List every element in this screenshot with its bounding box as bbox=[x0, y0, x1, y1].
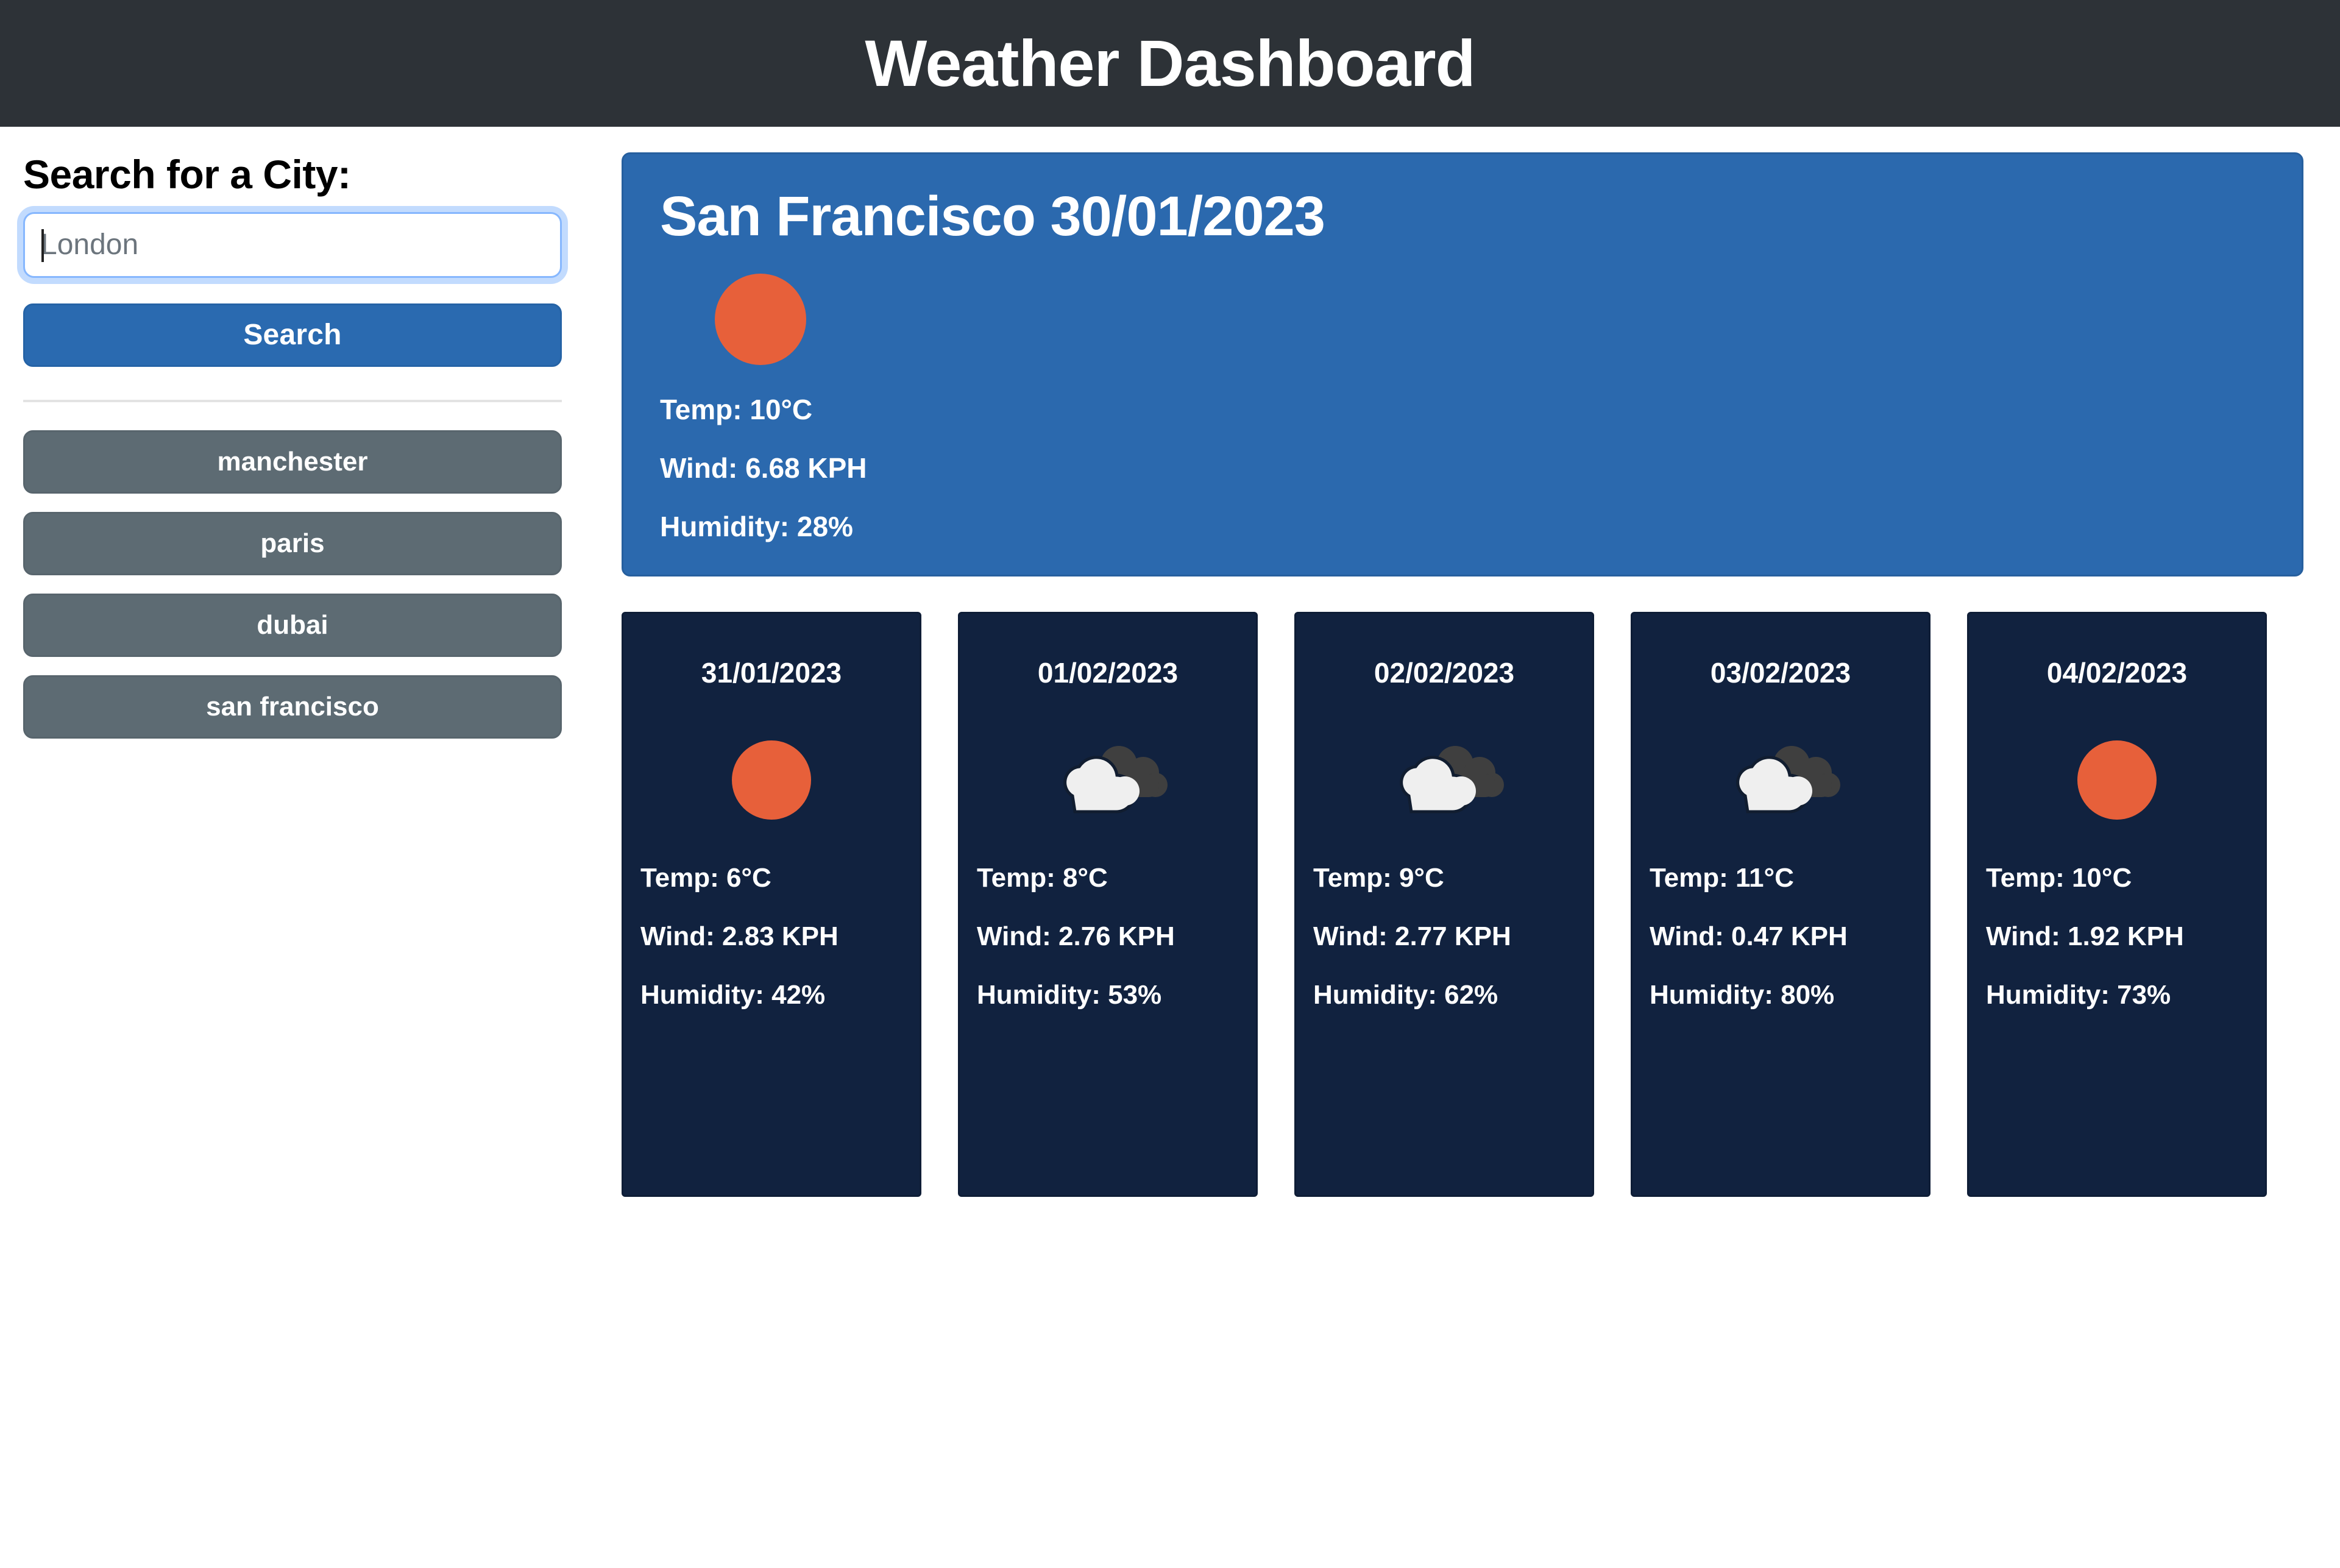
forecast-humidity: Humidity: 53% bbox=[977, 979, 1162, 1010]
sun-icon bbox=[2077, 740, 2157, 820]
forecast-temp: Temp: 9°C bbox=[1313, 862, 1444, 893]
forecast-wind: Wind: 2.83 KPH bbox=[640, 921, 838, 951]
forecast-date: 31/01/2023 bbox=[701, 656, 842, 689]
forecast-temp: Temp: 11°C bbox=[1650, 862, 1794, 893]
forecast-stats: Temp: 10°C Wind: 1.92 KPH Humidity: 73% bbox=[1969, 862, 2265, 1010]
forecast-stats: Temp: 6°C Wind: 2.83 KPH Humidity: 42% bbox=[623, 862, 920, 1010]
forecast-stats: Temp: 11°C Wind: 0.47 KPH Humidity: 80% bbox=[1633, 862, 1929, 1010]
broken-clouds-icon bbox=[1736, 745, 1840, 814]
forecast-icon-slot bbox=[1969, 722, 2265, 838]
forecast-card: 31/01/2023 Temp: 6°C Wind: 2.83 KPH Humi… bbox=[622, 611, 921, 1197]
forecast-stats: Temp: 9°C Wind: 2.77 KPH Humidity: 62% bbox=[1296, 862, 1592, 1010]
forecast-icon-slot bbox=[623, 722, 920, 838]
forecast-wind: Wind: 0.47 KPH bbox=[1650, 921, 1848, 951]
sidebar-divider bbox=[23, 399, 562, 402]
sun-icon bbox=[715, 273, 806, 365]
forecast-date: 01/02/2023 bbox=[1037, 656, 1179, 689]
weather-main: San Francisco 30/01/2023 Temp: 10°C Wind… bbox=[585, 152, 2340, 1197]
broken-clouds-icon bbox=[1063, 745, 1168, 814]
forecast-row: 31/01/2023 Temp: 6°C Wind: 2.83 KPH Humi… bbox=[622, 611, 2303, 1197]
forecast-temp: Temp: 8°C bbox=[977, 862, 1108, 893]
history-item-dubai[interactable]: dubai bbox=[23, 593, 562, 657]
current-wind: Wind: 6.68 KPH bbox=[660, 452, 867, 484]
forecast-humidity: Humidity: 73% bbox=[1986, 979, 2171, 1010]
forecast-wind: Wind: 2.77 KPH bbox=[1313, 921, 1511, 951]
forecast-card: 02/02/2023 Temp: 9°C Wind: 2.77 KPH Humi… bbox=[1294, 611, 1594, 1197]
forecast-date: 02/02/2023 bbox=[1374, 656, 1515, 689]
search-sidebar: Search for a City: Search manchester par… bbox=[0, 152, 585, 739]
forecast-card: 03/02/2023 Temp: 11°C Wind: 0.47 KPH Hum… bbox=[1631, 611, 1930, 1197]
forecast-humidity: Humidity: 62% bbox=[1313, 979, 1498, 1010]
search-field-wrapper bbox=[23, 211, 562, 278]
forecast-wind: Wind: 1.92 KPH bbox=[1986, 921, 2184, 951]
forecast-humidity: Humidity: 80% bbox=[1650, 979, 1835, 1010]
search-input[interactable] bbox=[23, 211, 562, 278]
current-weather-card: San Francisco 30/01/2023 Temp: 10°C Wind… bbox=[622, 152, 2303, 576]
forecast-humidity: Humidity: 42% bbox=[640, 979, 826, 1010]
search-history-list: manchester paris dubai san francisco bbox=[23, 430, 562, 739]
search-button[interactable]: Search bbox=[23, 303, 562, 367]
current-temp: Temp: 10°C bbox=[660, 393, 813, 425]
forecast-date: 03/02/2023 bbox=[1710, 656, 1851, 689]
forecast-icon-slot bbox=[1296, 722, 1592, 838]
history-item-paris[interactable]: paris bbox=[23, 511, 562, 575]
sun-icon bbox=[732, 740, 811, 820]
forecast-wind: Wind: 2.76 KPH bbox=[977, 921, 1175, 951]
current-humidity: Humidity: 28% bbox=[660, 510, 853, 542]
page-body: Search for a City: Search manchester par… bbox=[0, 127, 2340, 1197]
forecast-card: 01/02/2023 Temp: 8°C Wind: 2.76 KPH Humi… bbox=[958, 611, 1258, 1197]
forecast-icon-slot bbox=[1633, 722, 1929, 838]
history-item-san-francisco[interactable]: san francisco bbox=[23, 675, 562, 739]
forecast-temp: Temp: 6°C bbox=[640, 862, 771, 893]
forecast-icon-slot bbox=[960, 722, 1256, 838]
history-item-manchester[interactable]: manchester bbox=[23, 430, 562, 494]
current-weather-title: San Francisco 30/01/2023 bbox=[660, 185, 1325, 247]
page-title: Weather Dashboard bbox=[865, 26, 1475, 100]
search-heading: Search for a City: bbox=[23, 152, 351, 197]
text-cursor-icon bbox=[41, 229, 44, 262]
forecast-date: 04/02/2023 bbox=[2046, 656, 2188, 689]
forecast-temp: Temp: 10°C bbox=[1986, 862, 2132, 893]
forecast-stats: Temp: 8°C Wind: 2.76 KPH Humidity: 53% bbox=[960, 862, 1256, 1010]
broken-clouds-icon bbox=[1400, 745, 1504, 814]
forecast-card: 04/02/2023 Temp: 10°C Wind: 1.92 KPH Hum… bbox=[1967, 611, 2267, 1197]
app-header: Weather Dashboard bbox=[0, 0, 2340, 127]
